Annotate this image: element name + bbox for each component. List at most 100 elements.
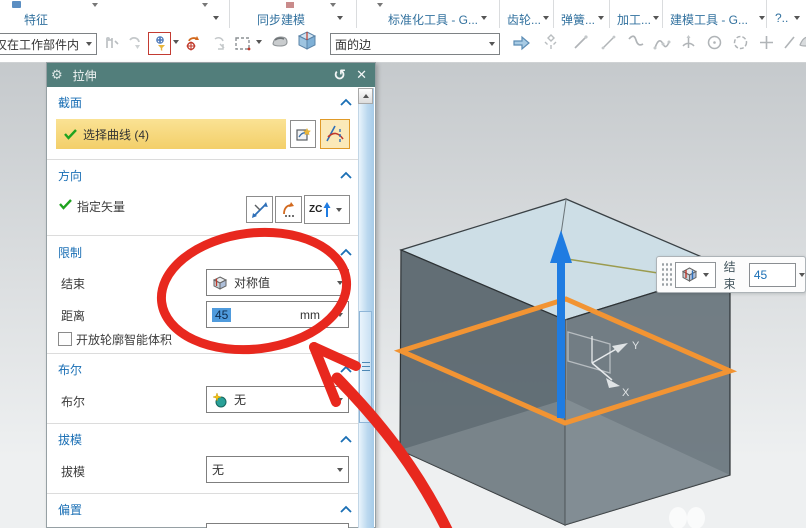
extrude-direction-arrow-shaft[interactable] — [557, 260, 565, 418]
filter-caret-icon[interactable] — [173, 40, 179, 44]
sketch-section-button[interactable] — [290, 120, 316, 148]
inferred-vector-button[interactable] — [246, 196, 273, 223]
tab-spring-caret-icon[interactable] — [598, 16, 604, 20]
symmetric-value-cube-icon — [682, 267, 698, 282]
studio-spline-icon[interactable] — [652, 33, 671, 52]
clipped-caret-icon[interactable] — [92, 3, 98, 7]
gear-icon[interactable]: ⚙ — [51, 67, 63, 83]
watermark-shape — [687, 507, 705, 528]
curve-rule-button-active[interactable] — [320, 119, 350, 149]
draft-dropdown[interactable]: 无 — [206, 456, 349, 483]
dialog-scrollbar-track[interactable] — [358, 88, 374, 528]
dialog-scrollbar-thumb[interactable] — [359, 311, 372, 423]
line-2-icon[interactable] — [599, 33, 618, 52]
clipped-toolbar-icon[interactable] — [286, 2, 294, 8]
draft-collapse-icon[interactable] — [340, 435, 352, 443]
offset-dropdown-clipped[interactable] — [206, 523, 349, 528]
tab-standardize-caret-icon[interactable] — [481, 16, 487, 20]
vector-axis-dropdown[interactable]: ZC — [304, 195, 350, 224]
end-condition-dropdown[interactable]: 对称值 — [206, 269, 349, 296]
limits-collapse-icon[interactable] — [340, 248, 352, 256]
reset-icon[interactable]: ↺ — [334, 66, 347, 84]
tab-overflow[interactable]: ?.. — [775, 11, 788, 25]
select-mode-caret-icon[interactable] — [256, 40, 262, 44]
selection-scope-value: 仅在工作部件内 — [0, 37, 80, 52]
clipped-toolbar-icon[interactable] — [12, 1, 21, 8]
dialog-titlebar[interactable]: ⚙ 拉伸 ↺ ✕ — [47, 63, 375, 87]
end-condition-value: 对称值 — [234, 276, 271, 290]
open-profile-checkbox[interactable] — [58, 332, 72, 346]
x-axis-label: X — [622, 387, 630, 399]
tab-gear-caret-icon[interactable] — [543, 16, 549, 20]
tab-machining-caret-icon[interactable] — [653, 16, 659, 20]
offset-collapse-icon[interactable] — [340, 505, 352, 513]
snap-disabled-icon[interactable] — [210, 34, 229, 53]
scroll-up-arrow-icon — [362, 94, 369, 98]
extrude-dialog: ⚙ 拉伸 ↺ ✕ 截面 选择曲线 (4) 方向 指定矢量 ZC 限制 结束 对称… — [46, 62, 376, 528]
end-condition-caret-icon — [337, 281, 343, 285]
floating-distance-input[interactable]: 45 — [748, 262, 796, 287]
vector-axis-value: ZC — [309, 204, 323, 215]
tab-standardize-tools[interactable]: 标准化工具 - G... — [388, 11, 478, 28]
floating-distance-caret-icon[interactable] — [799, 272, 805, 277]
point-icon[interactable] — [757, 33, 776, 52]
shaded-view-icon[interactable] — [270, 32, 289, 51]
direction-collapse-icon[interactable] — [340, 171, 352, 179]
vector-dialog-button[interactable] — [275, 196, 302, 223]
tab-synchronous-modeling[interactable]: 同步建模 — [257, 11, 305, 28]
boolean-header: 布尔 — [58, 363, 83, 377]
reorient-icon[interactable] — [183, 33, 202, 52]
arc-axis-icon[interactable] — [679, 33, 698, 52]
section-header: 截面 — [58, 96, 83, 110]
y-axis-label: Y — [632, 340, 640, 352]
selection-filter-icon[interactable] — [148, 32, 171, 55]
distance-input[interactable]: 45 mm — [206, 301, 349, 328]
end-label: 结束 — [61, 277, 86, 291]
tab-spring[interactable]: 弹簧... — [561, 11, 595, 28]
selection-scope-combo[interactable]: 仅在工作部件内 — [0, 33, 97, 55]
circle-icon[interactable] — [705, 33, 724, 52]
tab-gear[interactable]: 齿轮... — [507, 11, 541, 28]
line-icon[interactable] — [571, 33, 590, 52]
boolean-dropdown[interactable]: 无 — [206, 386, 349, 413]
floating-distance-value: 45 — [753, 267, 768, 282]
clipped-caret-icon[interactable] — [330, 3, 336, 7]
zc-up-arrow-icon — [323, 201, 331, 217]
curve-rule-combo[interactable]: 面的边 — [330, 33, 500, 55]
close-icon[interactable]: ✕ — [356, 67, 367, 83]
tab-modeling-tools[interactable]: 建模工具 - G... — [670, 11, 748, 28]
tab-overflow-caret-icon[interactable] — [794, 16, 800, 20]
distance-value-selected: 45 — [212, 307, 232, 322]
tab-modeling-caret-icon[interactable] — [759, 16, 765, 20]
scrollbar-up-button[interactable] — [358, 88, 373, 104]
clipped-caret-icon[interactable] — [377, 3, 383, 7]
pattern-curve-icon[interactable] — [542, 33, 561, 52]
spline-icon[interactable] — [626, 33, 645, 52]
tab-feature-caret-icon[interactable] — [213, 16, 219, 20]
select-curve-row[interactable]: 选择曲线 (4) — [56, 119, 286, 149]
distance-label: 距离 — [61, 309, 86, 323]
tab-feature[interactable]: 特征 — [24, 11, 48, 28]
nx-application-window: Y X 特征 同步建模 标准化工具 - G... 齿轮... 弹簧... 加工.… — [0, 0, 806, 528]
direction-header: 方向 — [58, 169, 83, 183]
follow-fillet-arrow-icon[interactable] — [512, 33, 531, 52]
ellipse-icon[interactable] — [731, 33, 750, 52]
tab-sync-caret-icon[interactable] — [337, 16, 343, 20]
snap-point-icon[interactable] — [102, 34, 121, 53]
work-in-context-cube-icon[interactable] — [297, 31, 316, 50]
clipped-caret-icon[interactable] — [202, 3, 208, 7]
boolean-caret-icon — [337, 398, 343, 402]
section-collapse-icon[interactable] — [340, 98, 352, 106]
specify-vector-label: 指定矢量 — [77, 200, 126, 214]
snap-filter-disabled-icon[interactable] — [126, 34, 145, 53]
surface-icon[interactable] — [797, 32, 806, 51]
end-option-button[interactable] — [674, 261, 716, 288]
drag-handle-icon[interactable] — [661, 261, 672, 288]
boolean-value: 无 — [234, 393, 247, 407]
select-curve-label: 选择曲线 (4) — [83, 127, 150, 142]
check-icon — [64, 128, 77, 140]
tab-machining[interactable]: 加工... — [617, 11, 651, 28]
symmetric-value-cube-icon — [212, 275, 228, 290]
rectangle-select-icon[interactable] — [233, 34, 252, 53]
boolean-collapse-icon[interactable] — [340, 365, 352, 373]
